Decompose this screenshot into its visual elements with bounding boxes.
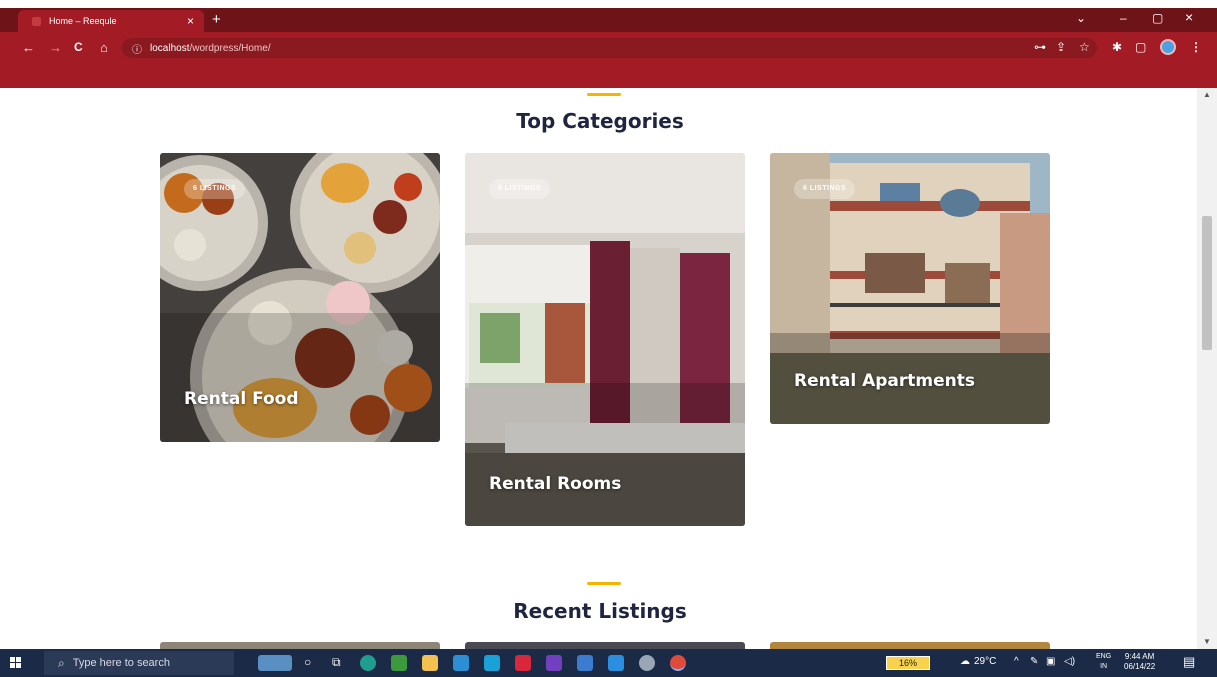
notifications-icon[interactable]: ▤ xyxy=(1183,654,1195,670)
recent-listings-accent xyxy=(587,582,621,585)
listing-count-badge: 6 LISTINGS xyxy=(184,179,246,199)
xbox-icon[interactable] xyxy=(391,655,407,671)
task-view-icon[interactable]: ⧉ xyxy=(332,655,341,670)
chrome-icon[interactable] xyxy=(670,655,686,671)
browser-toolbar: ← → C ⌂ ⓘ localhost/wordpress/Home/ ⊶ ⇪ … xyxy=(0,32,1217,88)
forward-button[interactable]: → xyxy=(49,40,62,55)
top-strip xyxy=(0,0,1217,8)
screen: Home – Reequle × + ⌄ – ▢ × ← → C ⌂ ⓘ loc… xyxy=(0,0,1217,677)
taskbar-search-placeholder: Type here to search xyxy=(72,657,170,669)
tab-title: Home – Reequle xyxy=(49,16,117,26)
tray-chevron-icon[interactable]: ^ xyxy=(1014,656,1019,667)
windows-taskbar: ⌕ Type here to search ○ ⧉ 16% ☁ 29°C ^ ✎… xyxy=(0,649,1217,677)
page-scrollbar[interactable]: ▲ ▼ xyxy=(1197,88,1217,649)
mail-icon[interactable] xyxy=(453,655,469,671)
listing-count-badge: 6 LISTINGS xyxy=(794,179,856,199)
mcafee-icon[interactable] xyxy=(515,655,531,671)
url-host: localhost xyxy=(150,42,190,54)
site-info-icon[interactable]: ⓘ xyxy=(132,41,142,56)
category-card-apartments[interactable]: 6 LISTINGS Rental Apartments xyxy=(770,153,1050,424)
top-categories-title: Top Categories xyxy=(516,109,684,133)
category-card-rooms[interactable]: 8 LISTINGS Rental Rooms xyxy=(465,153,745,526)
category-label: Rental Apartments xyxy=(794,371,975,391)
language-code: ENG xyxy=(1096,653,1112,660)
address-bar[interactable]: ⓘ localhost/wordpress/Home/ xyxy=(122,38,1097,58)
back-button[interactable]: ← xyxy=(22,40,35,55)
recent-listings-title: Recent Listings xyxy=(513,599,687,623)
extensions-icon[interactable]: ✱ xyxy=(1112,40,1122,54)
restore-button[interactable]: ▢ xyxy=(1152,11,1163,25)
windows-start-icon[interactable] xyxy=(10,657,22,669)
listing-card[interactable] xyxy=(160,642,440,649)
weather-cloud-icon: ☁ xyxy=(960,656,970,667)
profile-avatar[interactable] xyxy=(1160,39,1176,55)
weather-widget-icon[interactable] xyxy=(258,655,292,671)
tab-search-chevron-icon[interactable]: ⌄ xyxy=(1076,11,1086,25)
app-l-icon[interactable] xyxy=(484,655,500,671)
category-card-food[interactable]: 6 LISTINGS Rental Food xyxy=(160,153,440,442)
pen-icon[interactable]: ✎ xyxy=(1030,656,1038,667)
search-icon: ⌕ xyxy=(58,655,65,670)
share-icon[interactable]: ⇪ xyxy=(1056,40,1066,54)
vscode-icon[interactable] xyxy=(608,655,624,671)
temperature-text[interactable]: 29°C xyxy=(974,656,996,667)
rooms-photo xyxy=(465,153,745,526)
side-panel-icon[interactable]: ▢ xyxy=(1135,40,1146,54)
taskbar-search-input[interactable]: ⌕ Type here to search xyxy=(44,651,234,675)
reload-button[interactable]: C xyxy=(74,40,83,54)
app-purple-icon[interactable] xyxy=(546,655,562,671)
tab-favicon-icon xyxy=(32,16,41,26)
browser-menu-icon[interactable]: ⋮ xyxy=(1190,40,1202,54)
clock-date: 06/14/22 xyxy=(1124,662,1156,671)
listing-card[interactable] xyxy=(770,642,1050,649)
scroll-down-arrow-icon[interactable]: ▼ xyxy=(1203,637,1211,646)
listing-card[interactable] xyxy=(465,642,745,649)
browser-tab-home[interactable]: Home – Reequle × xyxy=(18,10,204,32)
password-key-icon[interactable]: ⊶ xyxy=(1034,40,1046,54)
tab-close-icon[interactable]: × xyxy=(187,14,194,28)
url-path: /wordpress/Home/ xyxy=(189,42,271,54)
volume-icon[interactable]: ◁) xyxy=(1064,656,1075,667)
language-indicator[interactable]: ENG IN xyxy=(1096,652,1111,672)
category-label: Rental Rooms xyxy=(489,474,622,494)
battery-indicator[interactable]: 16% xyxy=(886,656,930,670)
browser-tabbar: Home – Reequle × + ⌄ – ▢ × xyxy=(0,8,1217,32)
page-content: Top Categories 6 LISTINGS Rental Food 8 … xyxy=(0,88,1217,649)
scroll-up-arrow-icon[interactable]: ▲ xyxy=(1203,90,1211,99)
network-icon[interactable]: ▣ xyxy=(1046,656,1055,667)
scrollbar-thumb[interactable] xyxy=(1202,216,1212,350)
clock-time: 9:44 AM xyxy=(1124,652,1155,661)
app-gray-icon[interactable] xyxy=(639,655,655,671)
system-clock[interactable]: 9:44 AM 06/14/22 xyxy=(1124,652,1155,672)
home-button[interactable]: ⌂ xyxy=(100,40,108,55)
bookmark-star-icon[interactable]: ☆ xyxy=(1079,40,1090,54)
app-blue-icon[interactable] xyxy=(577,655,593,671)
region-code: IN xyxy=(1100,663,1108,670)
top-categories-accent xyxy=(587,93,621,96)
new-tab-button[interactable]: + xyxy=(212,11,221,29)
category-label: Rental Food xyxy=(184,389,299,409)
listing-count-badge: 8 LISTINGS xyxy=(489,179,551,199)
cortana-icon[interactable]: ○ xyxy=(304,655,311,669)
edge-browser-icon[interactable] xyxy=(360,655,376,671)
file-explorer-icon[interactable] xyxy=(422,655,438,671)
close-window-button[interactable]: × xyxy=(1185,9,1193,25)
minimize-button[interactable]: – xyxy=(1120,11,1127,25)
